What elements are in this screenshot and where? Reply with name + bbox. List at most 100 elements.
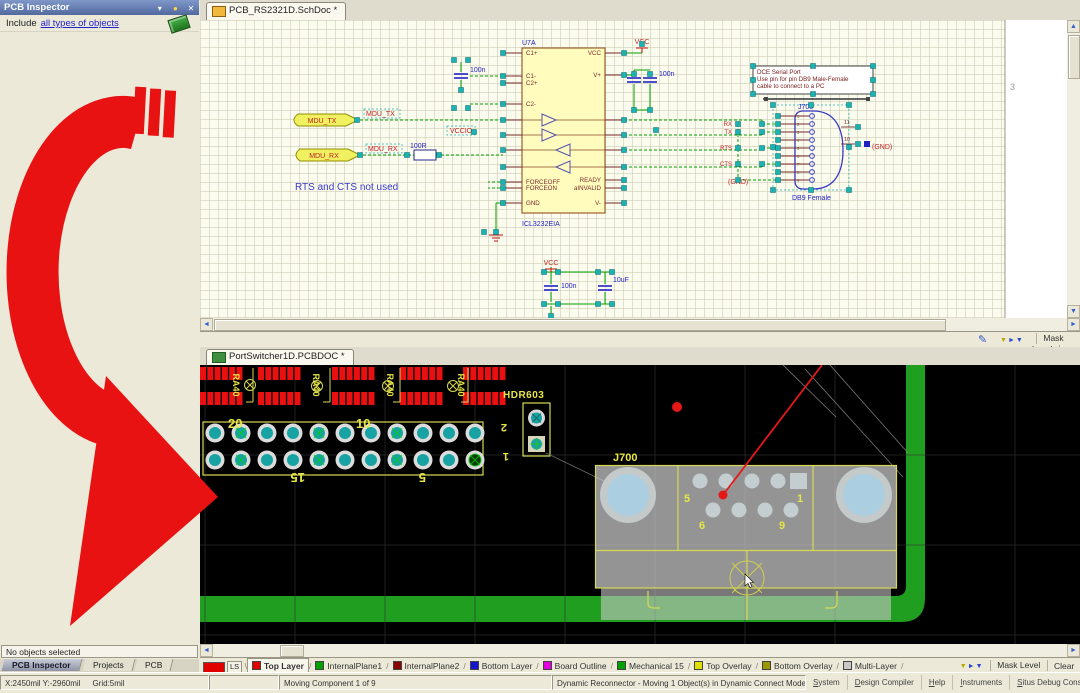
include-row: Includeall types of objects <box>0 15 199 32</box>
status-menu-design-compiler[interactable]: Design Compiler <box>848 675 922 690</box>
layer-tab-mechanical-15[interactable]: Mechanical 15 <box>613 659 688 673</box>
svg-text:RA40: RA40 <box>385 373 395 396</box>
pcb-mask-level-button[interactable]: Mask Level <box>997 660 1040 670</box>
panel-title-bar[interactable]: PCB Inspector ▾ ● ✕ <box>0 0 199 15</box>
status-spacer <box>209 675 279 690</box>
layer-color-swatch <box>315 661 324 670</box>
svg-text:C2+: C2+ <box>526 80 538 87</box>
schematic-canvas[interactable]: 3 C1+ C1- C2+ C2- FORCEOFF <box>200 20 1067 318</box>
pcb-drawing: RA40RA40RA40RA40 20 10 15 5 2 1 HDR603 <box>200 365 1080 644</box>
schematic-hscrollbar[interactable]: ◄ ► <box>200 318 1080 331</box>
layer-color-swatch <box>470 661 479 670</box>
svg-text:C1-: C1- <box>526 73 536 80</box>
schematic-tab-bar: PCB_RS2321D.SchDoc * <box>200 0 1080 21</box>
svg-text:6: 6 <box>699 520 705 532</box>
svg-text:100n: 100n <box>470 67 486 74</box>
panel-tab-pcb[interactable]: PCB <box>135 659 174 671</box>
layer-tab-multi-layer[interactable]: Multi-Layer <box>839 659 901 673</box>
db9-net-labels: RX TX RTS CTS <box>720 122 732 168</box>
power-label-vccio: VCCIO <box>450 128 473 135</box>
port-tx[interactable]: MDU_TX <box>294 114 358 126</box>
layer-tab-bottom-overlay[interactable]: Bottom Overlay <box>758 659 837 673</box>
tab-pcbdoc[interactable]: PortSwitcher1D.PCBDOC * <box>206 349 354 365</box>
tab-schdoc[interactable]: PCB_RS2321D.SchDoc * <box>206 2 346 20</box>
pcb-mask-controls: ▼►▼ Mask Level Clear <box>956 658 1080 672</box>
layer-color-swatch <box>393 661 402 670</box>
ic-designator: U7A <box>522 40 536 47</box>
schematic-annotation: RTS and CTS not used <box>295 182 398 193</box>
layer-color-swatch <box>843 661 852 670</box>
svg-text:HDR603: HDR603 <box>503 390 544 401</box>
object-types-link[interactable]: all types of objects <box>41 18 119 29</box>
status-menu-situs-debug-console[interactable]: Situs Debug Console <box>1010 675 1080 690</box>
vcc-label-bottom: VCC <box>544 260 559 267</box>
panel-tab-projects[interactable]: Projects <box>82 659 135 671</box>
edit-icon[interactable]: ✎ <box>978 333 987 346</box>
status-menu-instruments[interactable]: Instruments <box>953 675 1010 690</box>
pcb-hscrollbar[interactable]: ◄ ► <box>200 644 1080 657</box>
pcb-clear-button[interactable]: Clear <box>1054 659 1080 673</box>
status-menu-system[interactable]: System <box>806 675 848 690</box>
layer-tab-board-outline[interactable]: Board Outline <box>539 659 611 673</box>
layer-tab-top-layer[interactable]: Top Layer <box>247 658 309 673</box>
svg-text:FORCEON: FORCEON <box>526 185 557 192</box>
schematic-drawing: 3 C1+ C1- C2+ C2- FORCEOFF <box>200 20 1067 318</box>
sheet-zone-label: 3 <box>1010 82 1015 92</box>
svg-text:MDU_TX: MDU_TX <box>308 118 337 125</box>
series-resistor[interactable]: 100R <box>410 143 436 160</box>
note-box[interactable]: DCE Serial Port Use pin for pin DB9 Male… <box>753 66 873 94</box>
svg-text:11: 11 <box>844 120 850 126</box>
svg-text:15: 15 <box>291 470 305 485</box>
selection-status: No objects selected <box>1 645 198 658</box>
svg-text:100n: 100n <box>659 71 675 78</box>
svg-text:VCC: VCC <box>588 50 602 57</box>
svg-text:V-: V- <box>595 200 601 207</box>
j700-connector[interactable]: 5 1 6 9 J700 <box>595 452 897 620</box>
svg-text:10uF: 10uF <box>613 277 629 284</box>
svg-text:10: 10 <box>844 137 850 143</box>
pcb-tab-bar: PortSwitcher1D.PCBDOC * <box>200 347 1080 366</box>
cursor-coordinates: X:2450mil Y:-2960milGrid:5mil <box>0 675 209 690</box>
net-label-rx: MDU_RX <box>368 146 398 153</box>
svg-text:Use pin for pin DB9 Male-Femal: Use pin for pin DB9 Male-Female <box>757 76 849 83</box>
pcb-chip-icon <box>167 14 190 33</box>
layer-tab-top-overlay[interactable]: Top Overlay <box>690 659 755 673</box>
svg-text:20: 20 <box>228 416 242 431</box>
layer-color-swatch <box>694 661 703 670</box>
schematic-vscrollbar[interactable]: ▲ ▼ <box>1067 20 1080 318</box>
pcbdoc-tab-label: PortSwitcher1D.PCBDOC * <box>229 351 345 362</box>
svg-text:V+: V+ <box>593 72 601 79</box>
layer-color-swatch <box>543 661 552 670</box>
close-icon[interactable]: ✕ <box>185 3 197 14</box>
svg-text:CTS: CTS <box>720 162 732 168</box>
svg-text:1: 1 <box>503 450 509 462</box>
svg-text:10: 10 <box>356 416 370 431</box>
pcb-inspector-panel: PCB Inspector ▾ ● ✕ Includeall types of … <box>0 0 201 672</box>
altium-workspace: PCB Inspector ▾ ● ✕ Includeall types of … <box>0 0 1080 693</box>
ic-rs232-transceiver[interactable]: C1+ C1- C2+ C2- FORCEOFF FORCEON GND VCC… <box>505 40 622 228</box>
db9-connector[interactable]: 123456789 11 10 (GND) J700 DB9 Female <box>773 104 892 202</box>
status-menu-help[interactable]: Help <box>922 675 953 690</box>
port-rx[interactable]: MDU_RX <box>296 149 360 161</box>
ic-part-number: ICL3232EIA <box>522 221 560 228</box>
moving-status: Moving Component 1 of 9 <box>279 675 552 690</box>
panel-tab-pcb-inspector[interactable]: PCB Inspector <box>2 659 83 671</box>
svg-text:READY: READY <box>580 177 601 184</box>
db9-name: DB9 Female <box>792 195 831 202</box>
svg-text:(GND): (GND) <box>872 144 892 151</box>
dropdown-icon[interactable]: ▾ <box>154 3 166 14</box>
svg-text:RA40: RA40 <box>311 373 321 396</box>
filter-icons[interactable]: ▼►▼ <box>1000 334 1024 344</box>
pcb-canvas[interactable]: RA40RA40RA40RA40 20 10 15 5 2 1 HDR603 <box>200 365 1080 644</box>
layer-color-swatch <box>617 661 626 670</box>
connect-dot-2 <box>672 402 682 412</box>
layer-tab-bottom-layer[interactable]: Bottom Layer <box>466 659 537 673</box>
layer-color-swatch <box>762 661 771 670</box>
layer-tab-internalplane2[interactable]: InternalPlane2 <box>389 659 464 673</box>
layer-tab-internalplane1[interactable]: InternalPlane1 <box>311 659 386 673</box>
svg-text:C1+: C1+ <box>526 50 538 57</box>
schematic-status-row: ✎ ▼►▼ Mask Level Clear <box>200 331 1080 348</box>
pin-icon[interactable]: ● <box>169 3 181 14</box>
layer-set-box[interactable]: LS <box>227 661 242 673</box>
status-menus: SystemDesign CompilerHelpInstrumentsSitu… <box>806 675 1080 690</box>
